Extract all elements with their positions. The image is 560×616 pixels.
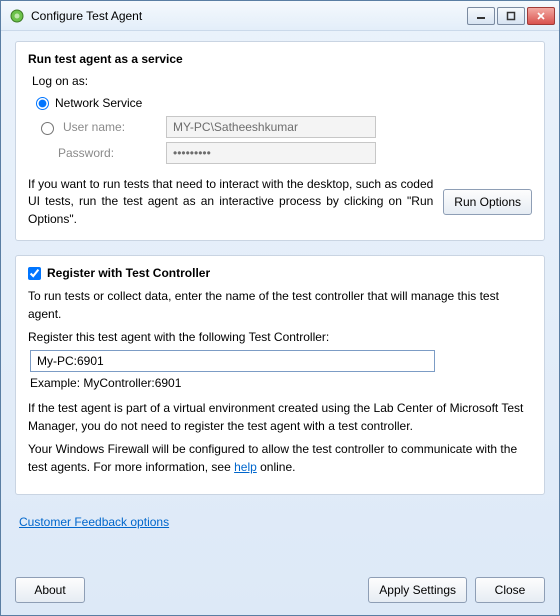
minimize-button[interactable] xyxy=(467,7,495,25)
register-label: Register this test agent with the follow… xyxy=(28,329,532,346)
network-service-radio[interactable] xyxy=(36,97,49,110)
register-intro: To run tests or collect data, enter the … xyxy=(28,288,532,323)
firewall-suffix: online. xyxy=(257,460,296,474)
username-radio[interactable] xyxy=(41,122,54,135)
window-title: Configure Test Agent xyxy=(31,9,467,23)
help-link[interactable]: help xyxy=(234,460,257,474)
network-service-label: Network Service xyxy=(55,96,142,110)
window-controls xyxy=(467,7,559,25)
firewall-note: Your Windows Firewall will be configured… xyxy=(28,441,532,476)
logon-as-label: Log on as: xyxy=(32,74,532,88)
username-input[interactable] xyxy=(166,116,376,138)
dialog-window: Configure Test Agent Run test agent as a… xyxy=(0,0,560,616)
apply-settings-button[interactable]: Apply Settings xyxy=(368,577,467,603)
app-icon xyxy=(9,8,25,24)
service-desc-row: If you want to run tests that need to in… xyxy=(28,176,532,228)
username-row: User name: xyxy=(36,116,532,138)
username-label: User name: xyxy=(63,120,125,134)
content-area: Run test agent as a service Log on as: N… xyxy=(1,31,559,569)
about-button[interactable]: About xyxy=(15,577,85,603)
register-checkbox[interactable] xyxy=(28,267,41,280)
password-label: Password: xyxy=(58,146,114,160)
service-group-title: Run test agent as a service xyxy=(28,52,532,66)
footer: About Apply Settings Close xyxy=(1,569,559,615)
register-group-title: Register with Test Controller xyxy=(28,266,532,280)
service-group: Run test agent as a service Log on as: N… xyxy=(15,41,545,241)
titlebar: Configure Test Agent xyxy=(1,1,559,31)
run-options-button[interactable]: Run Options xyxy=(443,189,532,215)
password-input[interactable] xyxy=(166,142,376,164)
service-desc-text: If you want to run tests that need to in… xyxy=(28,176,433,228)
register-group: Register with Test Controller To run tes… xyxy=(15,255,545,495)
feedback-row: Customer Feedback options xyxy=(19,515,545,529)
virtual-env-note: If the test agent is part of a virtual e… xyxy=(28,400,532,435)
close-button[interactable]: Close xyxy=(475,577,545,603)
close-window-button[interactable] xyxy=(527,7,555,25)
controller-input[interactable] xyxy=(30,350,435,372)
controller-example: Example: MyController:6901 xyxy=(30,376,532,390)
password-row: Password: xyxy=(36,142,532,164)
network-service-row: Network Service xyxy=(36,96,532,110)
feedback-link[interactable]: Customer Feedback options xyxy=(19,515,169,529)
maximize-button[interactable] xyxy=(497,7,525,25)
register-title-text: Register with Test Controller xyxy=(47,266,210,280)
